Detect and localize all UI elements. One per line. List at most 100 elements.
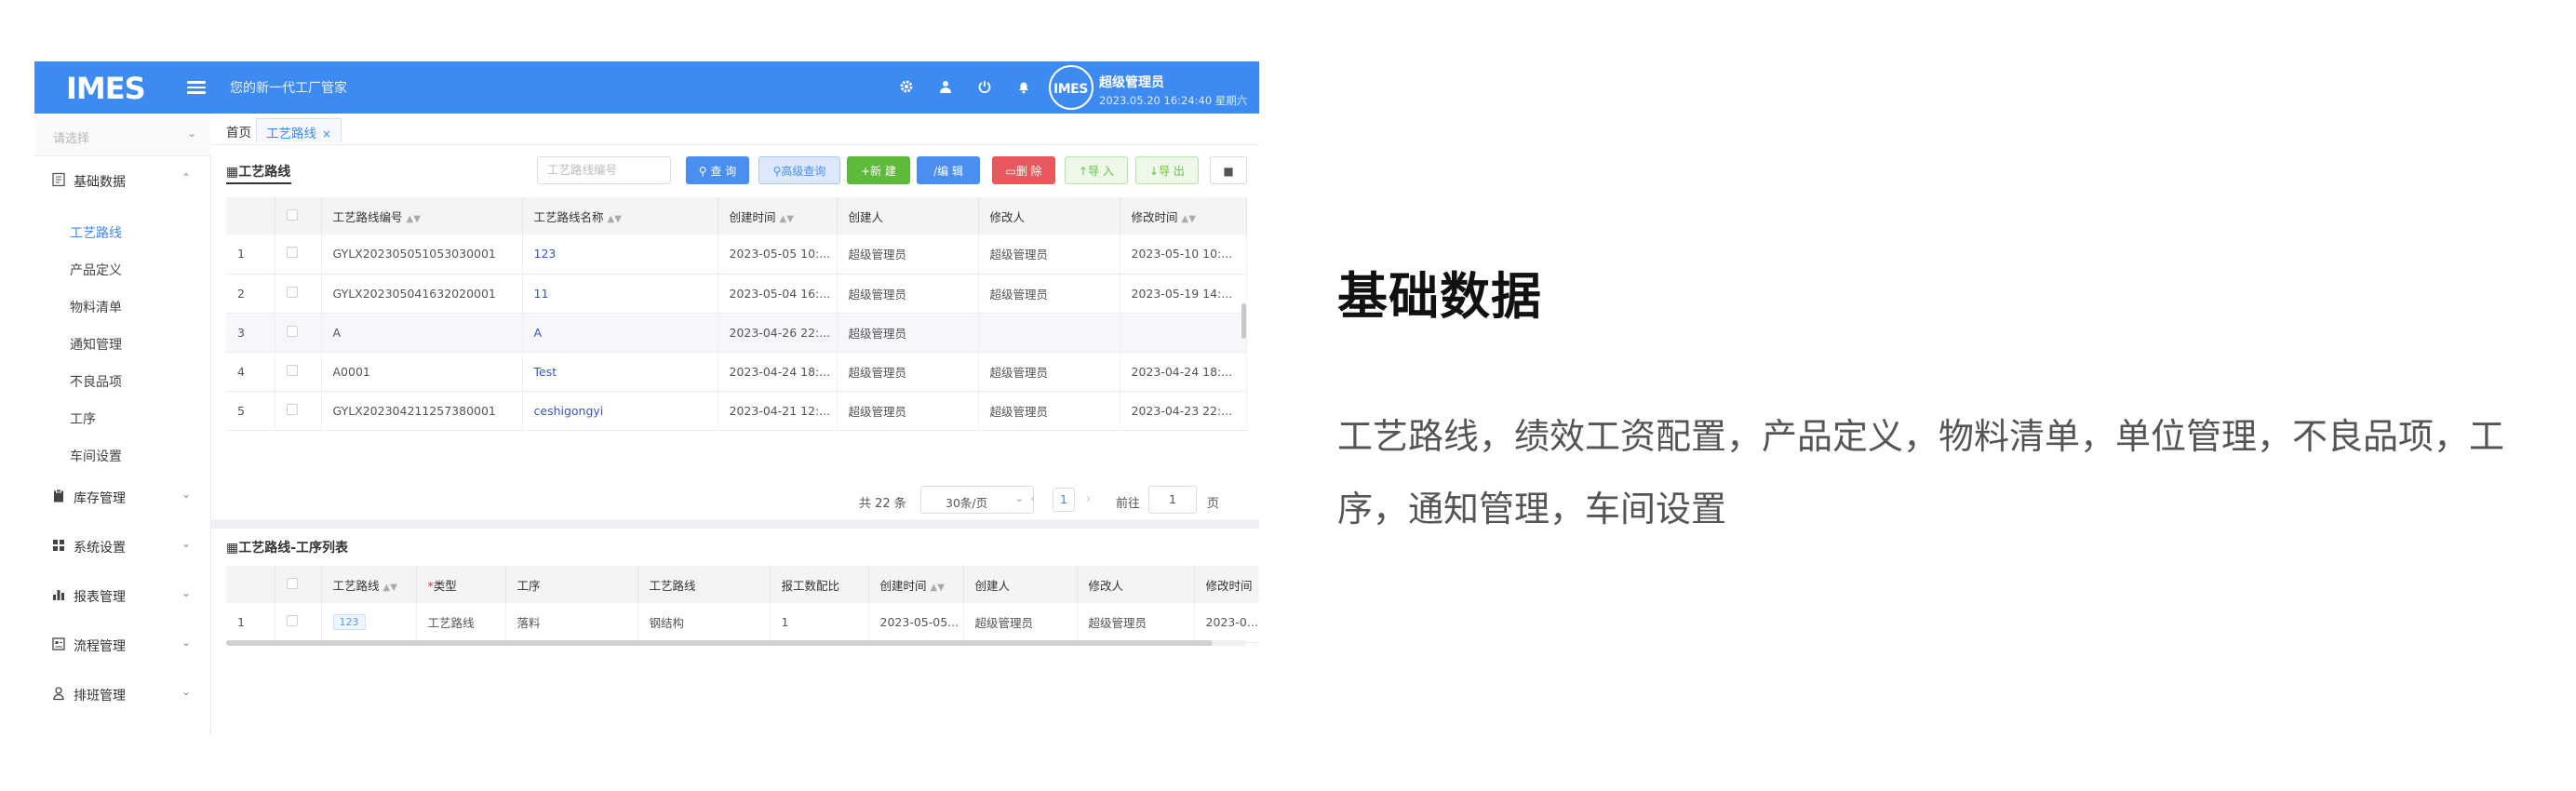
section-divider: [211, 519, 1259, 529]
bar-chart-icon: [53, 590, 64, 600]
row-checkbox[interactable]: [286, 247, 298, 259]
sidebar-group-system[interactable]: 系统设置 ⌄: [34, 528, 211, 565]
search-icon: ⚲: [698, 165, 707, 178]
table-icon: ▦: [226, 541, 239, 556]
col-creator: 创建人: [837, 197, 979, 235]
sub-panel-title: ▦工艺路线-工序列表: [226, 541, 349, 556]
table-row[interactable]: 2 GYLX202305041632020001 11 2023-05-04 1…: [226, 274, 1247, 314]
chevron-down-icon: ⌄: [181, 685, 192, 698]
sidebar-item-bom[interactable]: 物料清单: [70, 298, 122, 316]
current-page[interactable]: 1: [1053, 488, 1075, 512]
sort-icon[interactable]: ▲▼: [407, 214, 421, 224]
menu-search-select[interactable]: 请选择 ⌄: [34, 114, 211, 156]
query-button[interactable]: ⚲ 查 询: [686, 156, 749, 184]
table-row[interactable]: 1 GYLX20230505105303000​1 123 2023-05-05…: [226, 235, 1247, 275]
col-modifier: 修改人: [1077, 566, 1195, 603]
table-header-row: 工艺路线 ▲▼ *类型 工序 工艺路线 报工数配比 创建时间 ▲▼ 创建人 修改人 …: [226, 566, 1259, 603]
col-created-time[interactable]: 创建时间 ▲▼: [718, 197, 838, 235]
bell-icon[interactable]: [1013, 76, 1034, 97]
table-scrollbar[interactable]: [1241, 303, 1246, 339]
row-checkbox[interactable]: [286, 364, 298, 376]
document-icon: [52, 172, 65, 187]
new-button[interactable]: +新 建: [847, 156, 910, 184]
sidebar-group-label: 报表管理: [74, 590, 126, 605]
page-unit-label: 页: [1207, 497, 1220, 511]
col-route[interactable]: 工艺路线 ▲▼: [321, 566, 417, 603]
sort-icon[interactable]: ▲▼: [608, 214, 622, 224]
user-name[interactable]: 超级管理员: [1099, 73, 1164, 91]
panel-title: ▦工艺路线: [226, 165, 291, 180]
table-row[interactable]: 5 GYLX202304211257380001 ceshigongyi 202…: [226, 391, 1247, 431]
goto-label: 前往: [1116, 497, 1141, 511]
sort-icon[interactable]: ▲▼: [931, 583, 945, 593]
goto-page-input[interactable]: 1: [1148, 486, 1197, 514]
tab-home[interactable]: 首页: [217, 118, 261, 142]
row-checkbox[interactable]: [286, 403, 298, 415]
current-datetime: 2023.05.20 16:24:40 星期六: [1099, 94, 1248, 107]
sort-icon[interactable]: ▲▼: [1182, 214, 1196, 224]
sidebar-item-workshop[interactable]: 车间设置: [70, 447, 122, 465]
row-checkbox[interactable]: [286, 286, 298, 298]
sidebar-item-process-route[interactable]: 工艺路线: [70, 223, 122, 242]
close-icon[interactable]: ×: [322, 127, 331, 141]
sort-icon[interactable]: ▲▼: [383, 583, 397, 593]
sidebar-item-process[interactable]: 工序: [70, 409, 96, 428]
column-settings-button[interactable]: ■: [1210, 156, 1247, 184]
settings-icon[interactable]: [896, 76, 917, 97]
sidebar-group-reports[interactable]: 报表管理 ⌄: [34, 577, 211, 614]
sidebar-group-inventory[interactable]: 库存管理 ⌄: [34, 478, 211, 516]
table-row[interactable]: 3 A A 2023-04-26 22:... 超级管理员: [226, 313, 1247, 353]
route-name-link[interactable]: 11: [522, 274, 718, 314]
svg-text:IMES: IMES: [1053, 82, 1088, 95]
select-all-checkbox[interactable]: [286, 577, 298, 589]
col-created-time[interactable]: 创建时间 ▲▼: [868, 566, 964, 603]
sidebar-item-product-definition[interactable]: 产品定义: [70, 261, 122, 279]
horizontal-scrollbar[interactable]: [226, 640, 1213, 646]
route-name-link[interactable]: 123: [522, 235, 718, 275]
col-route-name[interactable]: 工艺路线名称 ▲▼: [522, 197, 718, 235]
table-row[interactable]: 4 A0001 Test 2023-04-24 18:... 超级管理员 超级管…: [226, 352, 1247, 392]
main-content: ▦工艺路线 ⚲ 查 询 ⚲高级查询 +新 建 ∕编 辑 ▭删 除 ↑导 入 ↓导…: [211, 145, 1259, 735]
row-checkbox[interactable]: [286, 615, 298, 627]
col-route-code[interactable]: 工艺路线编号 ▲▼: [321, 197, 523, 235]
chevron-down-icon: ⌄: [1014, 492, 1024, 504]
tab-process-route[interactable]: 工艺路线 ×: [256, 118, 342, 142]
menu-toggle-icon[interactable]: [187, 78, 206, 97]
route-name-link[interactable]: A: [522, 313, 718, 353]
route-name-link[interactable]: ceshigongyi: [522, 391, 718, 431]
sidebar-group-scheduling[interactable]: 排班管理 ⌄: [34, 676, 211, 713]
delete-button[interactable]: ▭删 除: [992, 156, 1055, 184]
grid-icon: [53, 540, 64, 551]
col-process: 工序: [505, 566, 638, 603]
chevron-down-icon: ⌄: [181, 636, 192, 649]
sidebar: 请选择 ⌄ 基础数据 ⌃ 工艺路线 产品定义 物料清单 通知管理 不良品项 工序…: [34, 114, 211, 735]
page-size-select[interactable]: 30条/页 ⌄: [920, 486, 1034, 514]
col-type: *类型: [416, 566, 506, 603]
sidebar-item-defect[interactable]: 不良品项: [70, 372, 122, 391]
import-button[interactable]: ↑导 入: [1065, 156, 1128, 184]
sidebar-item-notification[interactable]: 通知管理: [70, 335, 122, 354]
next-page-icon[interactable]: ›: [1086, 492, 1091, 506]
col-modified-time[interactable]: 修改时间 ▲▼: [1120, 197, 1247, 235]
prev-page-icon[interactable]: ‹: [1030, 492, 1035, 506]
col-modifier: 修改人: [978, 197, 1120, 235]
form-icon: [52, 637, 65, 650]
avatar[interactable]: IMES: [1049, 65, 1093, 110]
edit-button[interactable]: ∕编 辑: [917, 156, 980, 184]
col-select[interactable]: [275, 197, 322, 235]
user-icon[interactable]: [935, 76, 956, 97]
tab-label: 工艺路线: [266, 127, 316, 141]
sidebar-group-basic-data[interactable]: 基础数据 ⌃: [34, 162, 211, 199]
table-header-row: 工艺路线编号 ▲▼ 工艺路线名称 ▲▼ 创建时间 ▲▼ 创建人 修改人 修改时间 ▲▼: [226, 197, 1247, 235]
row-checkbox[interactable]: [286, 325, 298, 337]
select-all-checkbox[interactable]: [286, 208, 298, 221]
sidebar-group-label: 库存管理: [74, 491, 126, 506]
table-row[interactable]: 1 123 工艺路线 落料 钢结构 1 2023-05-05... 超级管理员 …: [226, 603, 1259, 643]
sidebar-group-workflow[interactable]: 流程管理 ⌄: [34, 626, 211, 664]
advanced-query-button[interactable]: ⚲高级查询: [758, 156, 840, 184]
route-name-link[interactable]: Test: [522, 352, 718, 392]
export-button[interactable]: ↓导 出: [1135, 156, 1199, 184]
route-code-search-input[interactable]: [537, 156, 671, 184]
sort-icon[interactable]: ▲▼: [780, 214, 794, 224]
power-icon[interactable]: [974, 76, 995, 97]
